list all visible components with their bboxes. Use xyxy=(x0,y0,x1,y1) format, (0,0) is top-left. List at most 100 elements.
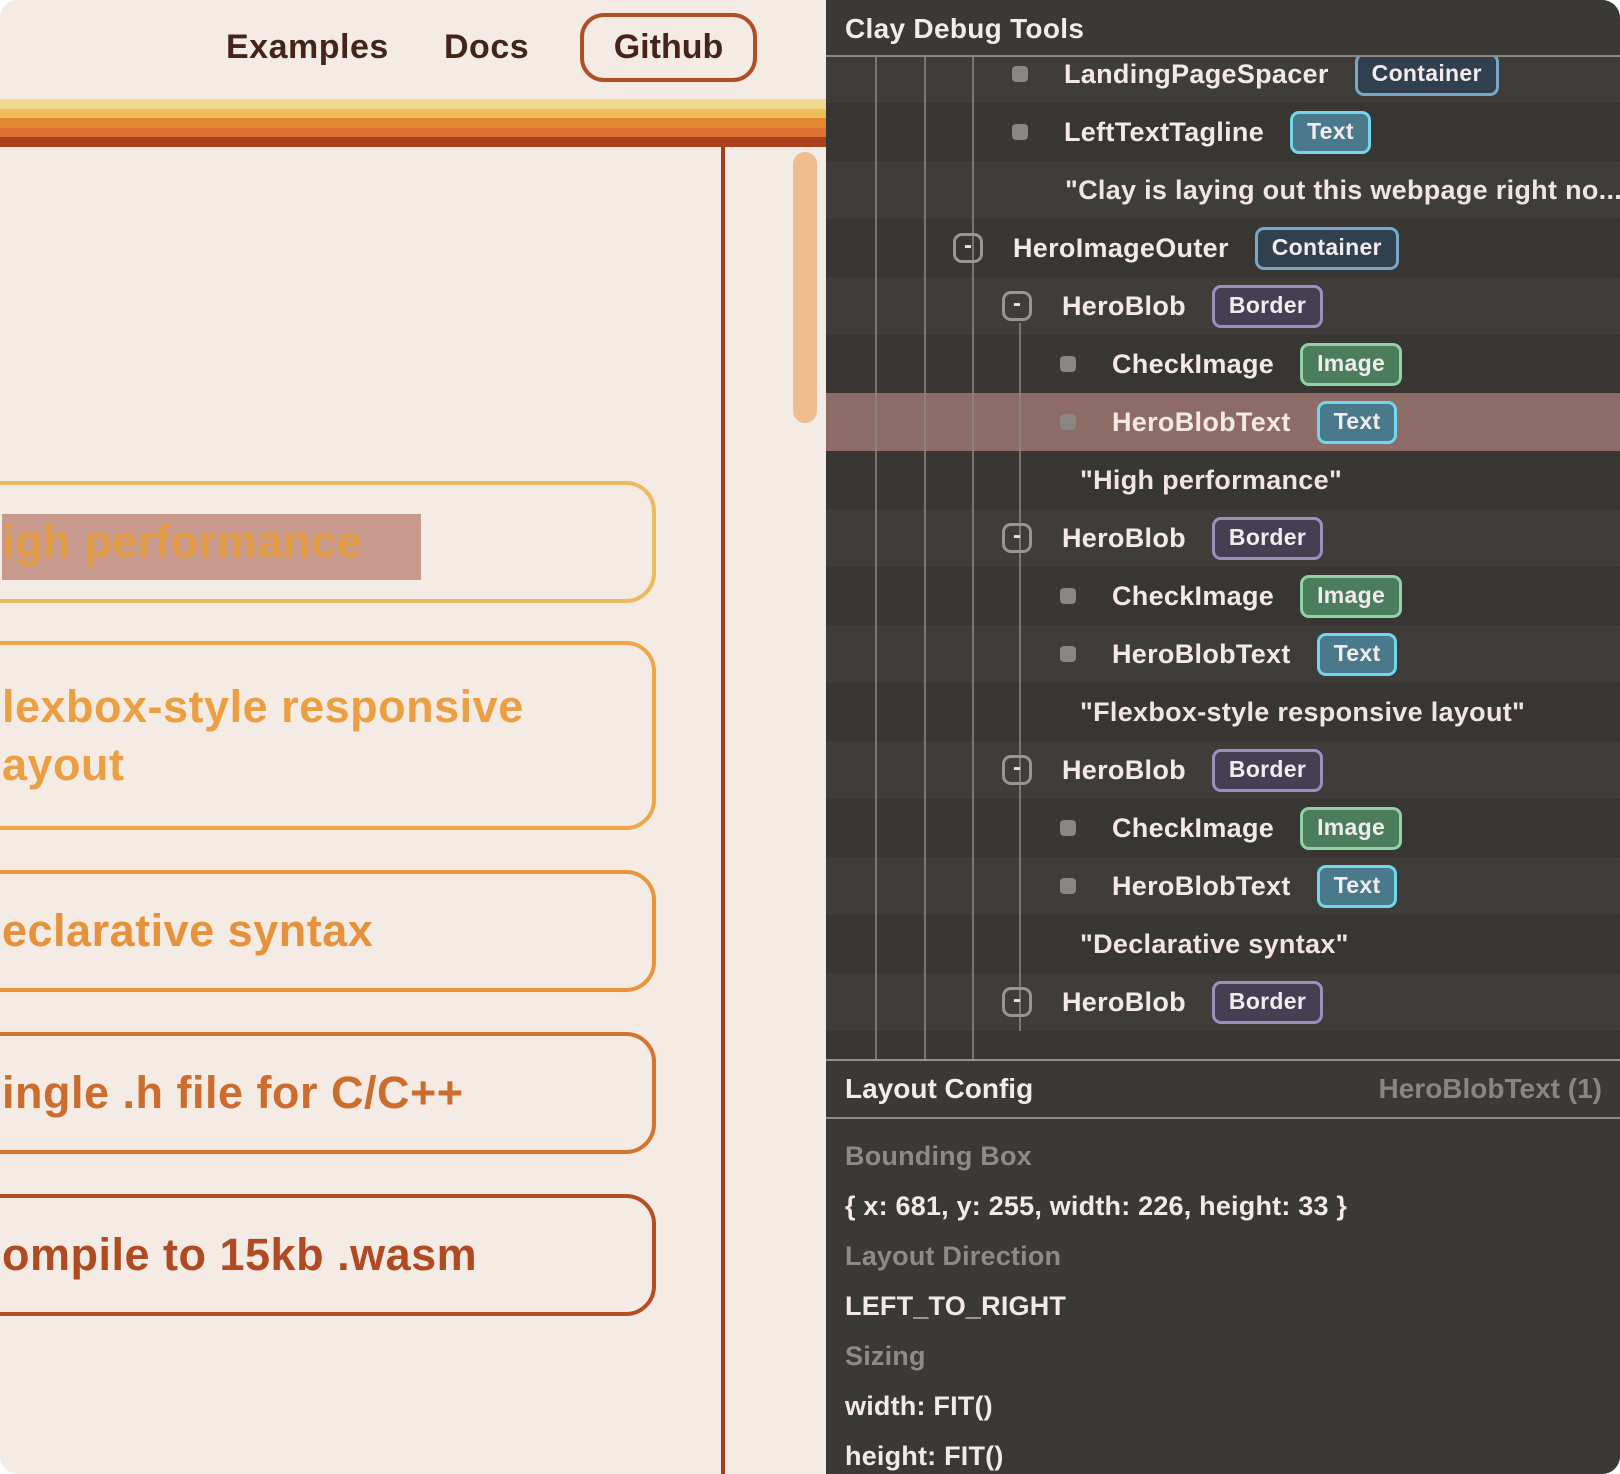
config-field-value: width: FIT() xyxy=(845,1381,1601,1431)
stripe-band-3 xyxy=(0,128,826,138)
layout-config-section: Layout Config HeroBlobText (1) Bounding … xyxy=(826,1059,1620,1474)
feature-box[interactable]: ompile to 15kb .wasm xyxy=(0,1194,656,1316)
leaf-bullet-icon xyxy=(1060,356,1076,372)
feature-box[interactable]: igh performance xyxy=(0,481,656,603)
page-scrollbar[interactable] xyxy=(793,152,817,423)
tree-row[interactable]: LeftTextTagline Text xyxy=(826,103,1620,161)
stripe-band-2 xyxy=(0,118,826,128)
feature-box[interactable]: lexbox-style responsive ayout xyxy=(0,641,656,830)
element-name: HeroBlob xyxy=(1062,523,1186,554)
tree-row[interactable]: -HeroBlob Border xyxy=(826,509,1620,567)
tree-indent-guide-0 xyxy=(875,57,877,1059)
tree-row[interactable]: -HeroImageOuter Container xyxy=(826,219,1620,277)
element-name: HeroBlobText xyxy=(1112,407,1291,438)
leaf-bullet-icon xyxy=(1060,414,1076,430)
element-name: CheckImage xyxy=(1112,813,1274,844)
feature-box[interactable]: ingle .h file for C/C++ xyxy=(0,1032,656,1154)
element-tree: LandingPageSpacerContainerLeftTextTaglin… xyxy=(826,57,1620,1059)
nav-link-docs[interactable]: Docs xyxy=(444,28,529,67)
vertical-divider xyxy=(721,147,725,1474)
tree-row[interactable]: -HeroBlob Border xyxy=(826,741,1620,799)
tree-row-text-content[interactable]: "Declarative syntax" xyxy=(826,915,1620,973)
element-name: HeroBlob xyxy=(1062,291,1186,322)
tree-row[interactable]: -HeroBlob Border xyxy=(826,277,1620,335)
stripe-band-4 xyxy=(0,137,826,147)
element-type-badge: Text xyxy=(1317,401,1398,444)
element-name: HeroBlob xyxy=(1062,755,1186,786)
leaf-bullet-icon xyxy=(1012,66,1028,82)
collapse-icon[interactable]: - xyxy=(1002,755,1032,785)
config-field-value: { x: 681, y: 255, width: 226, height: 33… xyxy=(845,1181,1601,1231)
tree-indent-guide-2 xyxy=(972,57,974,1059)
stripe-band-1 xyxy=(0,109,826,119)
config-field-label: Sizing xyxy=(845,1331,1601,1381)
clay-debug-panel: LandingPageSpacerContainerLeftTextTaglin… xyxy=(826,0,1620,1474)
feature-label: ompile to 15kb .wasm xyxy=(0,1226,477,1284)
config-field-value: height: FIT() xyxy=(845,1431,1601,1474)
github-button[interactable]: Github xyxy=(580,13,757,82)
clay-webpage: Examples Docs Github igh performance lexb… xyxy=(0,0,826,1474)
element-type-badge: Image xyxy=(1300,807,1402,850)
element-name: CheckImage xyxy=(1112,581,1274,612)
element-type-badge: Border xyxy=(1212,981,1323,1024)
tree-indent-guide-1 xyxy=(924,57,926,1059)
element-type-badge: Text xyxy=(1290,111,1371,154)
element-type-badge: Text xyxy=(1317,633,1398,676)
feature-label: ingle .h file for C/C++ xyxy=(0,1064,464,1122)
leaf-bullet-icon xyxy=(1012,124,1028,140)
element-name: LandingPageSpacer xyxy=(1064,59,1329,90)
tree-row-text-content[interactable]: "Clay is laying out this webpage right n… xyxy=(826,161,1620,219)
tree-row-text-content[interactable]: "Flexbox-style responsive layout" xyxy=(826,683,1620,741)
stripe-band-0 xyxy=(0,99,826,109)
element-name: HeroImageOuter xyxy=(1013,233,1229,264)
debug-panel-header: Clay Debug Tools xyxy=(826,0,1620,57)
feature-box[interactable]: eclarative syntax xyxy=(0,870,656,992)
collapse-icon[interactable]: - xyxy=(1002,291,1032,321)
leaf-bullet-icon xyxy=(1060,878,1076,894)
leaf-bullet-icon xyxy=(1060,588,1076,604)
feature-label: igh performance xyxy=(0,513,362,571)
config-field-label: Bounding Box xyxy=(845,1131,1601,1181)
collapse-icon[interactable]: - xyxy=(953,233,983,263)
layout-config-titlebar: Layout Config HeroBlobText (1) xyxy=(826,1061,1620,1119)
element-text-preview: "Clay is laying out this webpage right n… xyxy=(1065,175,1620,206)
element-type-badge: Container xyxy=(1255,227,1399,270)
collapse-icon[interactable]: - xyxy=(1002,523,1032,553)
tree-row[interactable]: CheckImage Image xyxy=(826,799,1620,857)
tree-row[interactable]: CheckImage Image xyxy=(826,335,1620,393)
element-type-badge: Image xyxy=(1300,343,1402,386)
tree-row-text-content[interactable]: "High performance" xyxy=(826,451,1620,509)
layout-config-body: Bounding Box{ x: 681, y: 255, width: 226… xyxy=(826,1119,1620,1474)
element-type-badge: Text xyxy=(1317,865,1398,908)
element-type-badge: Border xyxy=(1212,285,1323,328)
tree-row[interactable]: -HeroBlob Border xyxy=(826,973,1620,1031)
element-type-badge: Border xyxy=(1212,749,1323,792)
debug-panel-title: Clay Debug Tools xyxy=(845,0,1084,57)
element-type-badge: Image xyxy=(1300,575,1402,618)
selected-element-label: HeroBlobText (1) xyxy=(1379,1073,1603,1105)
element-name: HeroBlobText xyxy=(1112,639,1291,670)
element-name: HeroBlobText xyxy=(1112,871,1291,902)
feature-label: eclarative syntax xyxy=(0,902,373,960)
layout-config-title: Layout Config xyxy=(845,1073,1033,1105)
element-name: LeftTextTagline xyxy=(1064,117,1264,148)
element-name: CheckImage xyxy=(1112,349,1274,380)
nav-link-examples[interactable]: Examples xyxy=(226,28,389,67)
tree-row[interactable]: CheckImage Image xyxy=(826,567,1620,625)
tree-row[interactable]: HeroBlobText Text xyxy=(826,393,1620,451)
element-text-preview: "Declarative syntax" xyxy=(1080,929,1349,960)
tree-row[interactable]: HeroBlobText Text xyxy=(826,857,1620,915)
rainbow-stripe xyxy=(0,99,826,147)
leaf-bullet-icon xyxy=(1060,646,1076,662)
tree-indent-guide-3 xyxy=(1019,323,1021,1031)
element-text-preview: "Flexbox-style responsive layout" xyxy=(1080,697,1525,728)
leaf-bullet-icon xyxy=(1060,820,1076,836)
feature-label: lexbox-style responsive ayout xyxy=(0,678,584,794)
config-field-label: Layout Direction xyxy=(845,1231,1601,1281)
top-nav: Examples Docs Github xyxy=(0,0,826,99)
element-type-badge: Border xyxy=(1212,517,1323,560)
collapse-icon[interactable]: - xyxy=(1002,987,1032,1017)
tree-row[interactable]: HeroBlobText Text xyxy=(826,625,1620,683)
element-name: HeroBlob xyxy=(1062,987,1186,1018)
tree-row[interactable]: LandingPageSpacerContainer xyxy=(826,57,1620,103)
